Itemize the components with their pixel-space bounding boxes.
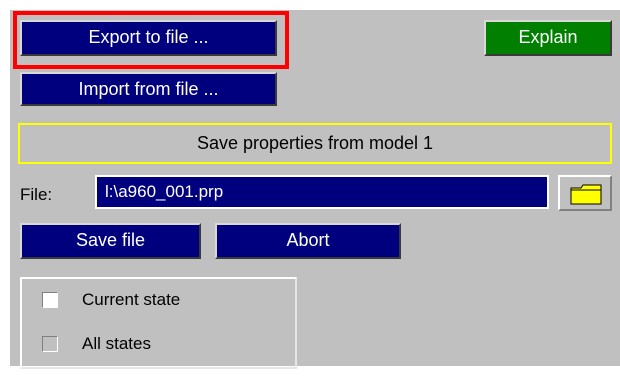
current-state-checkbox[interactable] xyxy=(42,292,58,308)
all-states-checkbox[interactable] xyxy=(42,336,58,352)
save-properties-title: Save properties from model 1 xyxy=(18,123,612,164)
current-state-option[interactable]: Current state xyxy=(42,288,282,312)
all-states-option[interactable]: All states xyxy=(42,332,282,356)
abort-button[interactable]: Abort xyxy=(215,223,401,259)
explain-button[interactable]: Explain xyxy=(484,20,612,56)
browse-folder-button[interactable] xyxy=(558,175,612,211)
all-states-label: All states xyxy=(82,334,151,353)
import-from-file-button[interactable]: Import from file ... xyxy=(20,72,277,106)
export-to-file-button[interactable]: Export to file ... xyxy=(20,20,277,56)
folder-icon xyxy=(570,184,602,205)
save-file-button[interactable]: Save file xyxy=(20,223,201,259)
file-label: File: xyxy=(20,185,53,204)
state-options-group: Current state All states xyxy=(20,277,297,369)
file-path-input[interactable] xyxy=(95,175,549,209)
current-state-label: Current state xyxy=(82,290,181,309)
